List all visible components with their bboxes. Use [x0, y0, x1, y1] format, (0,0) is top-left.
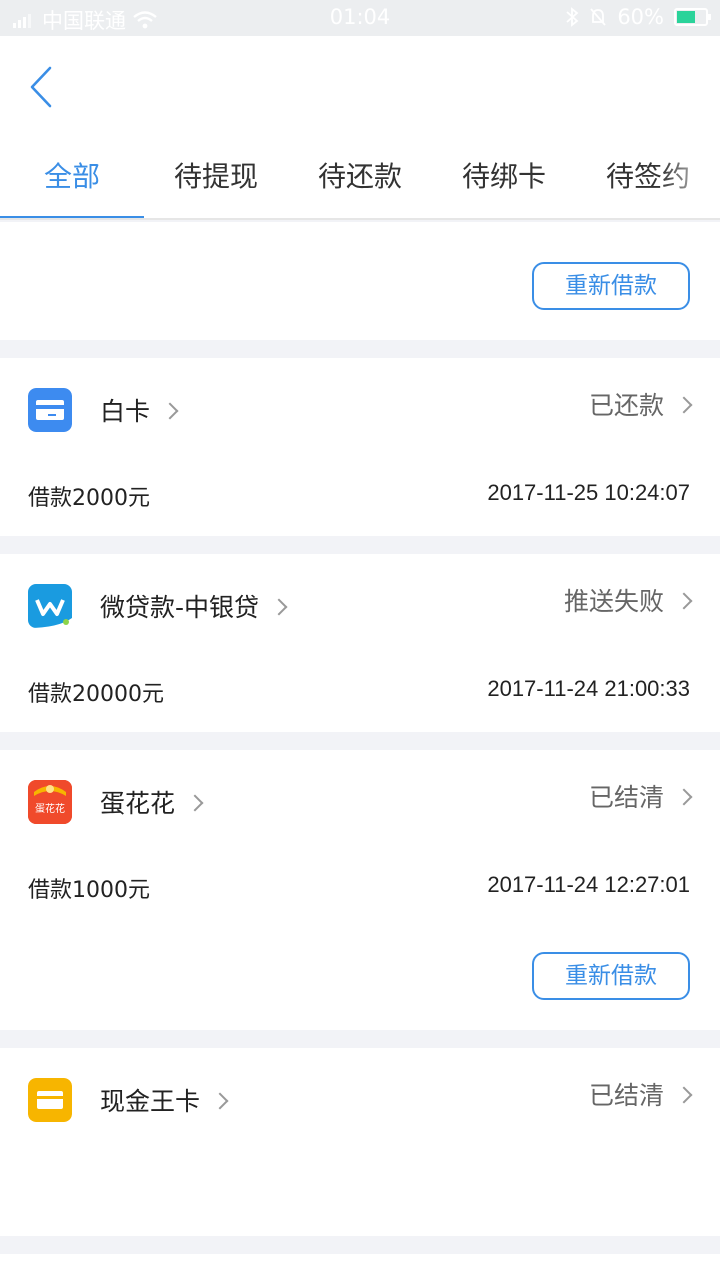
status-bar: 中国联通 01:04 60% — [0, 0, 720, 36]
loan-app-name[interactable]: 蛋花花 — [100, 784, 204, 820]
loan-status-text: 已结清 — [588, 783, 664, 812]
loan-app-name-text: 现金王卡 — [100, 1087, 201, 1116]
loan-status-text: 已还款 — [588, 391, 664, 420]
loan-amount: 借款2000元 — [28, 486, 150, 511]
loan-status[interactable]: 已结清 — [588, 1076, 693, 1112]
status-right: 60% — [565, 5, 711, 29]
tab-pending-bind-card[interactable]: 待绑卡 — [432, 140, 576, 218]
bluetooth-icon — [566, 7, 579, 27]
chevron-right-icon — [161, 402, 179, 420]
tab-pending-repay[interactable]: 待还款 — [288, 140, 432, 218]
loan-card-partial — [0, 1254, 720, 1280]
loan-app-name[interactable]: 现金王卡 — [100, 1082, 229, 1118]
loan-amount: 借款20000元 — [28, 682, 164, 707]
loan-status-text: 推送失败 — [563, 587, 664, 616]
wallet-icon — [28, 1078, 72, 1122]
loan-card-baika[interactable]: 白卡 已还款 借款2000元 2017-11-25 10:24:07 — [0, 358, 720, 536]
top-action-card: 重新借款 — [0, 222, 720, 340]
chevron-right-icon — [675, 396, 693, 414]
chevron-right-icon — [675, 788, 693, 806]
loan-app-name-text: 白卡 — [100, 397, 151, 426]
loan-card-weidaikuan[interactable]: 微贷款-中银贷 推送失败 借款20000元 2017-11-24 21:00:3… — [0, 554, 720, 732]
loan-date: 2017-11-25 10:24:07 — [487, 480, 690, 505]
tab-active-indicator — [0, 216, 144, 218]
chevron-right-icon — [186, 794, 204, 812]
back-arrow-icon[interactable] — [22, 62, 62, 112]
loan-amount: 借款1000元 — [28, 878, 150, 903]
danhuahua-logo-icon: 蛋花花 — [28, 780, 72, 824]
mute-bell-icon — [590, 8, 606, 26]
w-logo-icon — [28, 584, 72, 628]
loan-app-name-text: 蛋花花 — [100, 789, 176, 818]
loan-card-danhuahua[interactable]: 蛋花花 蛋花花 已结清 借款1000元 2017-11-24 12:27:01 … — [0, 750, 720, 1030]
battery-percent: 60% — [617, 5, 664, 29]
loan-card-xianjinwangka[interactable]: 现金王卡 已结清 — [0, 1048, 720, 1236]
tab-pending-withdraw[interactable]: 待提现 — [144, 140, 288, 218]
card-icon — [28, 388, 72, 432]
chevron-right-icon — [270, 598, 288, 616]
tab-all[interactable]: 全部 — [0, 140, 144, 218]
chevron-right-icon — [675, 1086, 693, 1104]
loan-app-name-text: 微贷款-中银贷 — [100, 593, 260, 622]
chevron-right-icon — [211, 1092, 229, 1110]
loan-status[interactable]: 推送失败 — [563, 582, 693, 618]
tab-bar: 全部 待提现 待还款 待绑卡 待签约 — [0, 140, 720, 220]
loan-status[interactable]: 已结清 — [588, 778, 693, 814]
reborrow-button-top[interactable]: 重新借款 — [532, 262, 690, 310]
loan-app-name[interactable]: 微贷款-中银贷 — [100, 588, 288, 624]
nav-bar — [0, 36, 720, 140]
loan-status[interactable]: 已还款 — [588, 386, 693, 422]
reborrow-button[interactable]: 重新借款 — [532, 952, 690, 1000]
loan-app-name[interactable]: 白卡 — [100, 392, 179, 428]
loan-date: 2017-11-24 12:27:01 — [487, 872, 690, 897]
battery-icon — [674, 8, 711, 26]
tab-scroll-fade — [660, 140, 720, 218]
chevron-right-icon — [675, 592, 693, 610]
loan-date: 2017-11-24 21:00:33 — [487, 676, 690, 701]
danhuahua-logo-text: 蛋花花 — [35, 804, 65, 815]
loan-status-text: 已结清 — [588, 1081, 664, 1110]
